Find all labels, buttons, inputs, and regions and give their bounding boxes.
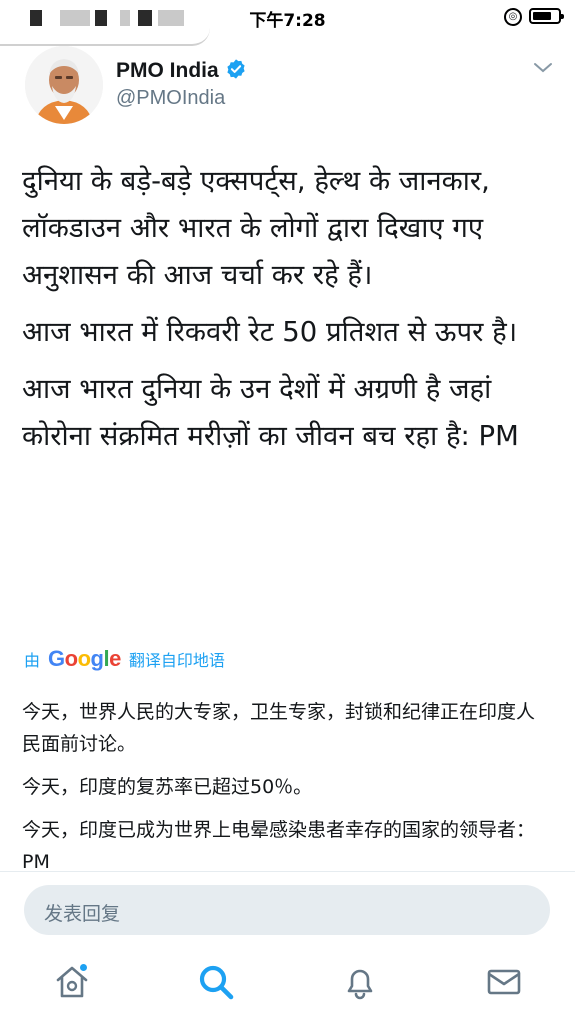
battery-icon <box>529 8 564 24</box>
tweet-paragraph: दुनिया के बड़े-बड़े एक्सपर्ट्स, हेल्थ के… <box>22 165 490 291</box>
translate-link[interactable]: 由 Google 翻译自印地语 <box>24 646 225 672</box>
reply-input[interactable]: 发表回复 <box>24 885 550 935</box>
reply-placeholder: 发表回复 <box>44 903 121 925</box>
translate-by-label: 由 <box>24 651 41 670</box>
translated-text: 今天，世界人民的大专家，卫生专家，封锁和纪律正在印度人民面前讨论。 今天，印度的… <box>22 696 552 871</box>
messages-icon[interactable] <box>484 962 524 1002</box>
divider <box>0 871 575 872</box>
notification-dot <box>80 964 87 971</box>
google-logo: Google <box>48 646 121 672</box>
google-logo-letter: o <box>77 646 91 671</box>
status-divider <box>0 28 210 46</box>
google-logo-letter: g <box>90 646 104 671</box>
profile-handle[interactable]: @PMOIndia <box>116 87 225 110</box>
notifications-icon[interactable] <box>340 962 380 1002</box>
chevron-down-icon[interactable] <box>532 60 554 76</box>
translated-paragraph: 今天，印度的复苏率已超过50％。 <box>22 776 313 798</box>
google-logo-letter: G <box>48 646 65 671</box>
profile-name-text: PMO India <box>116 59 219 82</box>
translated-paragraph: 今天，世界人民的大专家，卫生专家，封锁和纪律正在印度人民面前讨论。 <box>22 701 536 755</box>
avatar[interactable] <box>25 46 103 124</box>
tweet-text: दुनिया के बड़े-बड़े एक्सपर्ट्स, हेल्थ के… <box>22 158 552 470</box>
profile-name[interactable]: PMO India <box>116 58 247 83</box>
tweet-paragraph: आज भारत में रिकवरी रेट 50 प्रतिशत से ऊपर… <box>22 316 518 348</box>
translate-action-label: 翻译自印地语 <box>128 651 225 670</box>
status-bar: 下午7:28 ◎ <box>0 0 575 46</box>
rotation-lock-icon: ◎ <box>504 8 522 26</box>
google-logo-letter: e <box>109 646 121 671</box>
verified-badge-icon <box>227 59 245 79</box>
tweet-paragraph: आज भारत दुनिया के उन देशों में अग्रणी है… <box>22 373 519 452</box>
translated-paragraph: 今天，印度已成为世界上电晕感染患者幸存的国家的领导者：PM <box>22 819 536 871</box>
google-logo-letter: o <box>64 646 78 671</box>
search-icon[interactable] <box>196 962 236 1002</box>
